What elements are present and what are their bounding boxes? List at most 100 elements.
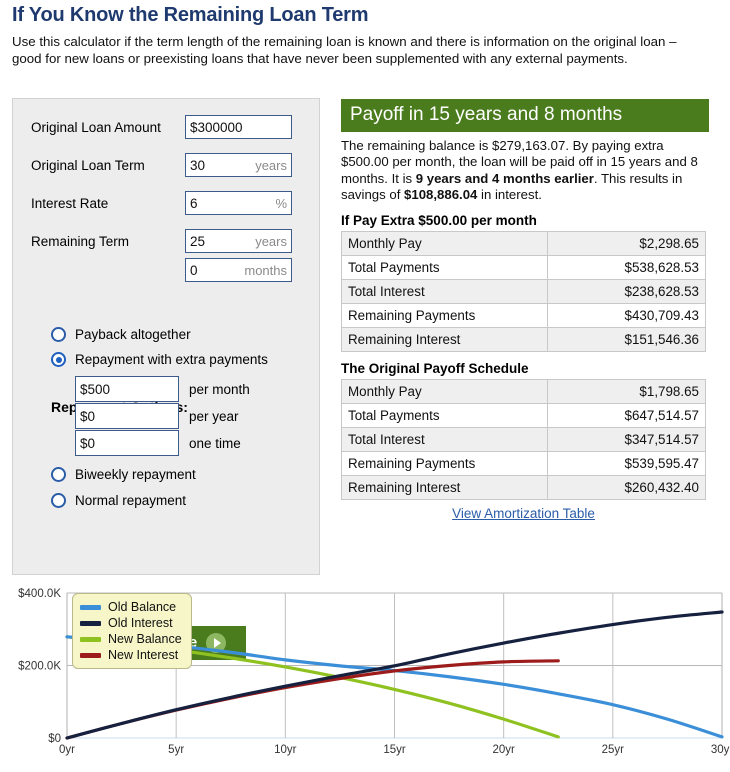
field-input[interactable]: 0 months (185, 258, 292, 282)
legend-swatch (80, 620, 101, 626)
table-row: Monthly Pay $1,798.65 (341, 378, 706, 404)
legend-item: New Interest (80, 647, 182, 663)
legend-label: New Interest (108, 648, 179, 662)
field-row: Remaining Term 25 years (13, 226, 321, 256)
page-description: Use this calculator if the term length o… (12, 34, 677, 66)
chart-xtick-label: 0yr (59, 744, 75, 756)
table-cell-value: $430,709.43 (547, 302, 706, 328)
table-cell-value: $260,432.40 (547, 474, 706, 500)
chart-xtick-label: 15yr (383, 744, 406, 756)
field-unit: years (255, 157, 287, 173)
legend-label: Old Balance (108, 600, 177, 614)
table-row: Monthly Pay $2,298.65 (341, 230, 706, 256)
chart-ytick-label: $400.0K (18, 588, 61, 600)
legend-swatch (80, 636, 101, 642)
balance-interest-chart: $0 $200.0K $400.0K 0yr 5yr 10yr 15yr 20yr 25yr 30… (0, 583, 730, 767)
table-row: Remaining Payments $430,709.43 (341, 302, 706, 328)
table-cell-value: $238,628.53 (547, 278, 706, 304)
original-table-title: The Original Payoff Schedule (341, 360, 529, 376)
extra-payment-input[interactable]: $500 (75, 376, 179, 402)
chart-legend: Old Balance Old Interest New Balance New In… (72, 593, 192, 669)
table-cell-value: $2,298.65 (547, 230, 706, 256)
legend-label: Old Interest (108, 616, 173, 630)
radio-selected-icon[interactable] (51, 352, 66, 367)
repayment-option[interactable]: Normal repayment (51, 493, 186, 508)
field-unit: years (255, 233, 287, 249)
original-schedule-results-table: Monthly Pay $1,798.65 Total Payments $647,5… (341, 378, 706, 500)
radio-unselected-icon[interactable] (51, 327, 66, 342)
repayment-option[interactable]: Payback altogether (51, 327, 191, 342)
extra-payment-input[interactable]: $0 (75, 430, 179, 456)
chart-xtick-label: 10yr (274, 744, 297, 756)
field-label: Original Loan Amount (31, 119, 161, 135)
table-cell-key: Remaining Interest (341, 326, 548, 352)
table-cell-key: Total Payments (341, 254, 548, 280)
field-value: 6 (190, 195, 198, 211)
extra-payment-row: $0 per year (75, 403, 239, 429)
repayment-option-label: Payback altogether (75, 327, 191, 342)
table-cell-value: $151,546.36 (547, 326, 706, 352)
field-row: Original Loan Amount $300000 (13, 112, 321, 142)
field-value: $300000 (190, 119, 243, 135)
table-cell-key: Total Interest (341, 426, 548, 452)
table-cell-key: Monthly Pay (341, 378, 548, 404)
table-cell-value: $538,628.53 (547, 254, 706, 280)
loan-input-form: Original Loan Amount $300000 Original Loan… (12, 98, 321, 660)
table-cell-key: Total Payments (341, 402, 548, 428)
field-input[interactable]: 25 years (185, 229, 292, 253)
radio-unselected-icon[interactable] (51, 493, 66, 508)
field-label: Remaining Term (31, 233, 130, 249)
field-row: 0 months (13, 255, 321, 285)
extra-payment-row: $500 per month (75, 376, 250, 402)
chart-xtick-label: 5yr (168, 744, 184, 756)
summary-text: in interest. (477, 187, 542, 203)
extra-payment-input[interactable]: $0 (75, 403, 179, 429)
field-label: Original Loan Term (31, 157, 145, 173)
repayment-option[interactable]: Repayment with extra payments (51, 352, 268, 367)
table-cell-value: $1,798.65 (547, 378, 706, 404)
legend-item: Old Balance (80, 599, 182, 615)
field-input[interactable]: 6% (185, 191, 292, 215)
table-row: Total Interest $238,628.53 (341, 278, 706, 304)
field-value: 30 (190, 157, 206, 173)
repayment-option-label: Repayment with extra payments (75, 352, 268, 367)
summary-emphasis: 9 years and 4 months earlier (415, 170, 594, 186)
table-cell-key: Remaining Payments (341, 450, 548, 476)
table-cell-value: $647,514.57 (547, 402, 706, 428)
field-unit: months (244, 262, 287, 278)
page-title: If You Know the Remaining Loan Term (12, 4, 369, 26)
legend-item: Old Interest (80, 615, 182, 631)
legend-label: New Balance (108, 632, 182, 646)
repayment-option[interactable]: Biweekly repayment (51, 467, 196, 482)
repayment-option-label: Biweekly repayment (75, 467, 196, 482)
legend-swatch (80, 652, 101, 658)
results-panel: Payoff in 15 years and 8 months The rema… (341, 99, 709, 521)
table-row: Remaining Interest $260,432.40 (341, 474, 706, 500)
view-amortization-table-link[interactable]: View Amortization Table (341, 506, 706, 521)
payoff-summary: The remaining balance is $279,163.07. By… (341, 138, 706, 204)
legend-swatch (80, 604, 101, 610)
repayment-option-label: Normal repayment (75, 493, 187, 508)
table-row: Remaining Interest $151,546.36 (341, 326, 706, 352)
field-row: Interest Rate 6% (13, 188, 321, 218)
table-cell-value: $539,595.47 (547, 450, 706, 476)
radio-unselected-icon[interactable] (51, 467, 66, 482)
table-cell-value: $347,514.57 (547, 426, 706, 452)
extra-payment-results-table: Monthly Pay $2,298.65 Total Payments $538,6… (341, 230, 706, 352)
table-row: Total Payments $538,628.53 (341, 254, 706, 280)
payoff-headline: Payoff in 15 years and 8 months (341, 99, 709, 132)
extra-table-title: If Pay Extra $500.00 per month (341, 212, 537, 228)
loan-calculator-page: If You Know the Remaining Loan Term Use … (0, 0, 730, 767)
field-input[interactable]: $300000 (185, 115, 292, 139)
extra-payment-label: per year (189, 408, 239, 424)
table-row: Total Payments $647,514.57 (341, 402, 706, 428)
field-value: 25 (190, 233, 206, 249)
table-cell-key: Total Interest (341, 278, 548, 304)
field-label: Interest Rate (31, 195, 109, 211)
extra-payment-label: one time (189, 435, 241, 451)
extra-payment-label: per month (189, 381, 250, 397)
chart-ytick-label: $200.0K (18, 661, 61, 673)
field-input[interactable]: 30 years (185, 153, 292, 177)
chart-xtick-label: 30yr (711, 744, 730, 756)
table-row: Remaining Payments $539,595.47 (341, 450, 706, 476)
